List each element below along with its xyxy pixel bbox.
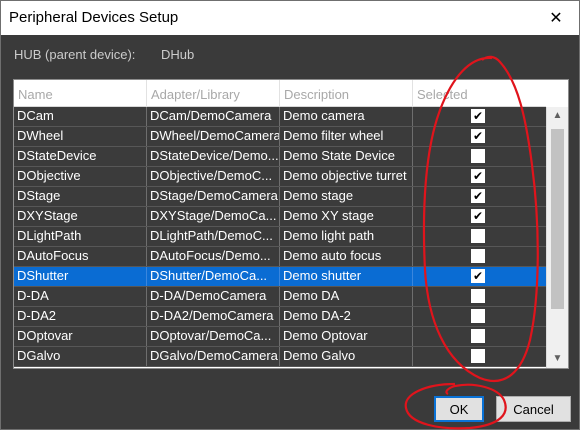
- table-row[interactable]: DOptovar DOptovar/DemoCa... Demo Optovar: [14, 327, 546, 347]
- device-adapter: D-DA2/DemoCamera: [147, 307, 280, 326]
- devices-table: Name Adapter/Library Description Selecte…: [13, 79, 569, 369]
- device-adapter: DXYStage/DemoCa...: [147, 207, 280, 226]
- selected-cell: [413, 147, 546, 166]
- device-adapter: DShutter/DemoCa...: [147, 267, 280, 286]
- selected-cell: ✔: [413, 207, 546, 226]
- peripheral-devices-dialog: Peripheral Devices Setup ✕ HUB (parent d…: [0, 0, 580, 430]
- device-name: DStateDevice: [14, 147, 147, 166]
- device-adapter: DLightPath/DemoC...: [147, 227, 280, 246]
- device-adapter: DCam/DemoCamera: [147, 107, 280, 126]
- device-description: Demo Optovar: [280, 327, 413, 346]
- table-row-selected[interactable]: DShutter DShutter/DemoCa... Demo shutter…: [14, 267, 546, 287]
- selected-cell: ✔: [413, 127, 546, 146]
- column-header-description[interactable]: Description: [280, 80, 413, 107]
- chevron-down-icon[interactable]: ▼: [547, 350, 568, 368]
- selected-checkbox[interactable]: ✔: [471, 189, 485, 203]
- device-name: DCam: [14, 107, 147, 126]
- device-description: Demo auto focus: [280, 247, 413, 266]
- device-name: DXYStage: [14, 207, 147, 226]
- selected-checkbox[interactable]: ✔: [471, 169, 485, 183]
- column-header-adapter[interactable]: Adapter/Library: [147, 80, 280, 107]
- selected-checkbox[interactable]: ✔: [471, 269, 485, 283]
- ok-button[interactable]: OK: [434, 396, 484, 422]
- selected-cell: [413, 287, 546, 306]
- table-row[interactable]: DGalvo DGalvo/DemoCamera Demo Galvo: [14, 347, 546, 367]
- selected-checkbox[interactable]: [471, 289, 485, 303]
- device-adapter: DOptovar/DemoCa...: [147, 327, 280, 346]
- device-name: DWheel: [14, 127, 147, 146]
- device-name: DObjective: [14, 167, 147, 186]
- device-description: Demo shutter: [280, 267, 413, 286]
- selected-checkbox[interactable]: ✔: [471, 129, 485, 143]
- selected-checkbox[interactable]: [471, 229, 485, 243]
- table-body: DCam DCam/DemoCamera Demo camera ✔ DWhee…: [14, 107, 546, 367]
- device-description: Demo State Device: [280, 147, 413, 166]
- table-row[interactable]: DStage DStage/DemoCamera Demo stage ✔: [14, 187, 546, 207]
- selected-checkbox[interactable]: [471, 309, 485, 323]
- device-name: DAutoFocus: [14, 247, 147, 266]
- device-description: Demo light path: [280, 227, 413, 246]
- selected-cell: ✔: [413, 107, 546, 126]
- selected-cell: ✔: [413, 167, 546, 186]
- scroll-thumb[interactable]: [551, 129, 564, 309]
- device-adapter: DObjective/DemoC...: [147, 167, 280, 186]
- device-name: DOptovar: [14, 327, 147, 346]
- selected-cell: [413, 347, 546, 366]
- device-description: Demo filter wheel: [280, 127, 413, 146]
- close-icon[interactable]: ✕: [533, 1, 579, 35]
- device-description: Demo stage: [280, 187, 413, 206]
- device-name: DShutter: [14, 267, 147, 286]
- hub-value: DHub: [161, 47, 195, 62]
- selected-checkbox[interactable]: [471, 349, 485, 363]
- column-header-name[interactable]: Name: [14, 80, 147, 107]
- device-description: Demo objective turret: [280, 167, 413, 186]
- device-adapter: D-DA/DemoCamera: [147, 287, 280, 306]
- device-name: DGalvo: [14, 347, 147, 366]
- device-adapter: DWheel/DemoCamera: [147, 127, 280, 146]
- device-description: Demo DA: [280, 287, 413, 306]
- selected-checkbox[interactable]: ✔: [471, 209, 485, 223]
- device-name: DLightPath: [14, 227, 147, 246]
- table-row[interactable]: DAutoFocus DAutoFocus/Demo... Demo auto …: [14, 247, 546, 267]
- table-row[interactable]: DCam DCam/DemoCamera Demo camera ✔: [14, 107, 546, 127]
- hub-label: HUB (parent device):: [14, 47, 136, 62]
- table-row[interactable]: D-DA D-DA/DemoCamera Demo DA: [14, 287, 546, 307]
- device-name: D-DA: [14, 287, 147, 306]
- device-description: Demo XY stage: [280, 207, 413, 226]
- selected-cell: [413, 247, 546, 266]
- chevron-up-icon[interactable]: ▲: [547, 107, 568, 125]
- selected-cell: ✔: [413, 267, 546, 286]
- cancel-button[interactable]: Cancel: [496, 396, 571, 422]
- title-bar: Peripheral Devices Setup ✕: [1, 1, 579, 35]
- table-row[interactable]: DObjective DObjective/DemoC... Demo obje…: [14, 167, 546, 187]
- selected-checkbox[interactable]: [471, 149, 485, 163]
- device-description: Demo Galvo: [280, 347, 413, 366]
- table-row[interactable]: DWheel DWheel/DemoCamera Demo filter whe…: [14, 127, 546, 147]
- vertical-scrollbar[interactable]: ▲ ▼: [546, 107, 568, 368]
- selected-cell: [413, 307, 546, 326]
- selected-checkbox[interactable]: [471, 329, 485, 343]
- device-description: Demo DA-2: [280, 307, 413, 326]
- device-adapter: DStateDevice/Demo...: [147, 147, 280, 166]
- table-row[interactable]: DStateDevice DStateDevice/Demo... Demo S…: [14, 147, 546, 167]
- table-header: Name Adapter/Library Description Selecte…: [14, 80, 546, 107]
- device-description: Demo camera: [280, 107, 413, 126]
- device-adapter: DGalvo/DemoCamera: [147, 347, 280, 366]
- column-header-selected[interactable]: Selected: [413, 80, 546, 107]
- table-row[interactable]: D-DA2 D-DA2/DemoCamera Demo DA-2: [14, 307, 546, 327]
- selected-checkbox[interactable]: [471, 249, 485, 263]
- table-row[interactable]: DXYStage DXYStage/DemoCa... Demo XY stag…: [14, 207, 546, 227]
- device-name: D-DA2: [14, 307, 147, 326]
- device-name: DStage: [14, 187, 147, 206]
- window-title: Peripheral Devices Setup: [9, 9, 179, 26]
- selected-checkbox[interactable]: ✔: [471, 109, 485, 123]
- device-adapter: DStage/DemoCamera: [147, 187, 280, 206]
- selected-cell: ✔: [413, 187, 546, 206]
- selected-cell: [413, 227, 546, 246]
- table-row[interactable]: DLightPath DLightPath/DemoC... Demo ligh…: [14, 227, 546, 247]
- device-adapter: DAutoFocus/Demo...: [147, 247, 280, 266]
- selected-cell: [413, 327, 546, 346]
